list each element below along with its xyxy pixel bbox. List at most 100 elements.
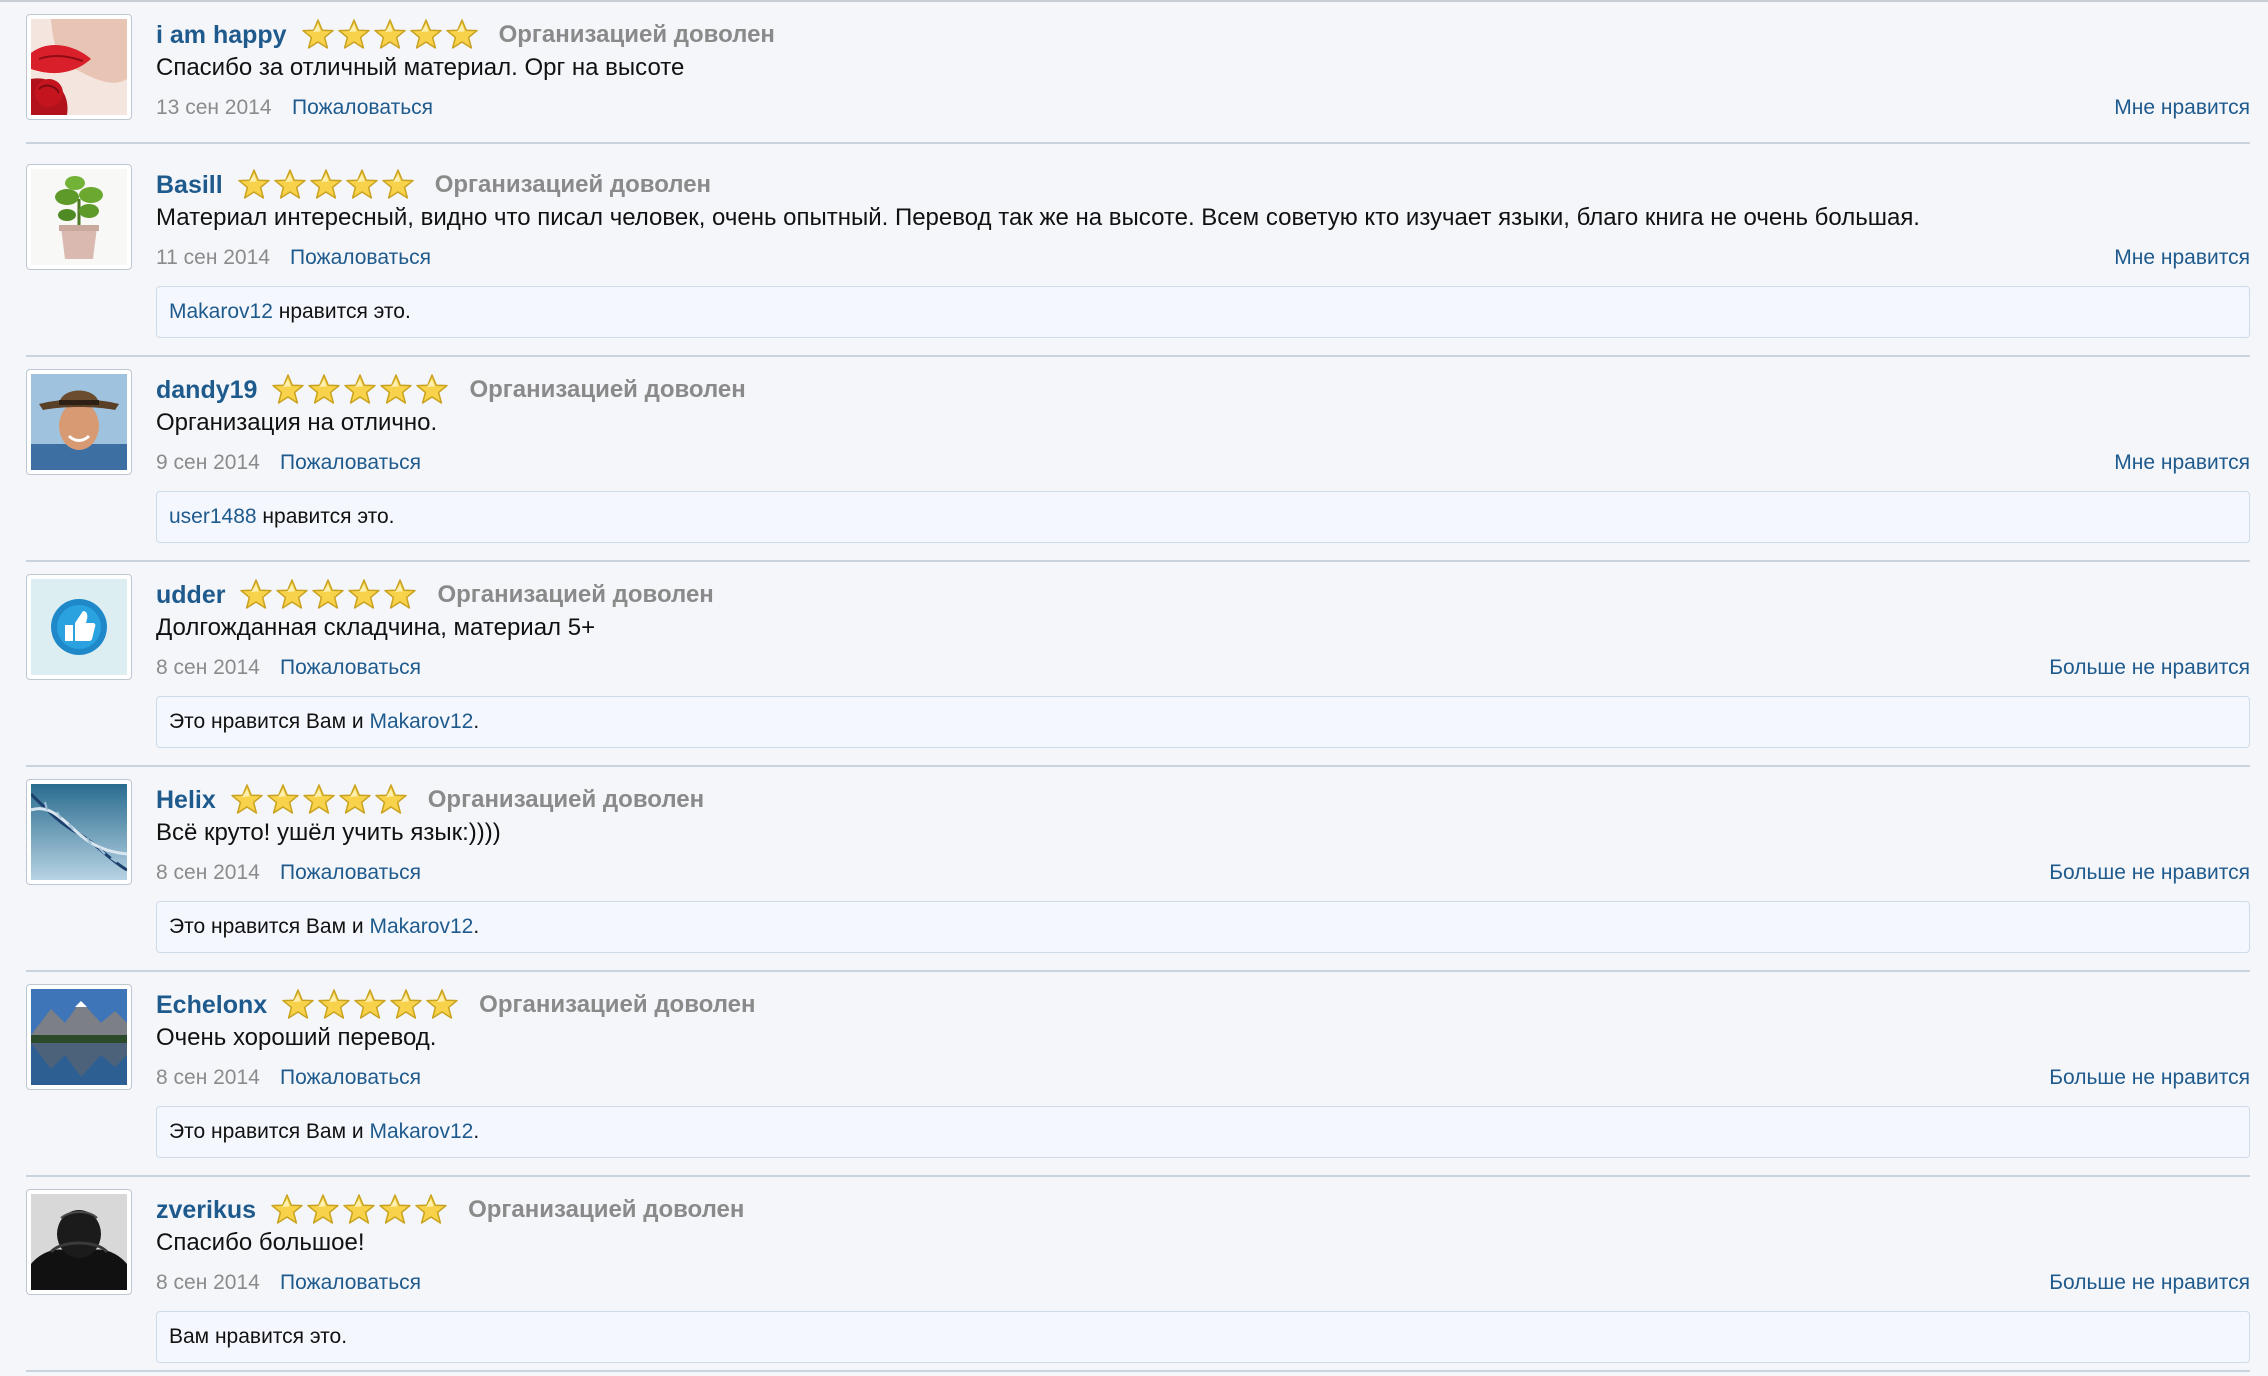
star-rating [270, 1193, 450, 1227]
username-link[interactable]: i am happy [156, 21, 287, 50]
liker-link[interactable]: Makarov12 [369, 915, 473, 938]
review-message: Очень хороший перевод. [156, 1024, 437, 1051]
star-icon [373, 19, 406, 49]
star-icon [415, 1194, 447, 1224]
like-toggle-link[interactable]: Мне нравится [2114, 246, 2250, 270]
user-avatar[interactable] [26, 14, 132, 120]
star-icon [267, 784, 299, 814]
like-toggle-link[interactable]: Больше не нравится [2049, 656, 2250, 680]
star-icon [231, 784, 263, 814]
username-link[interactable]: udder [156, 581, 225, 610]
review-date: 9 сен 2014 [156, 451, 260, 474]
reviews-page: i am happy Организацией доволен Спасибо за… [0, 0, 2268, 1376]
rating-label: Организацией доволен [434, 171, 712, 198]
likes-summary: user1488 нравится это. [156, 491, 2250, 543]
review-divider [26, 142, 2250, 144]
user-avatar[interactable] [26, 1189, 132, 1295]
username-link[interactable]: Basill [156, 171, 223, 200]
liker-link[interactable]: Makarov12 [369, 1120, 473, 1143]
review-item: udder Организацией доволен Долгожданная ск… [26, 562, 2250, 767]
star-rating [271, 373, 451, 407]
review-header: i am happy Организацией доволен [156, 14, 775, 56]
like-toggle-link[interactable]: Больше не нравится [2049, 861, 2250, 885]
report-link[interactable]: Пожаловаться [280, 1066, 421, 1090]
report-link[interactable]: Пожаловаться [280, 656, 421, 680]
star-icon [276, 579, 309, 609]
star-icon [380, 374, 413, 404]
star-rating [230, 783, 410, 817]
like-toggle-link[interactable]: Мне нравится [2114, 451, 2250, 475]
rating-label: Организацией доволен [427, 786, 705, 813]
likes-suffix: . [473, 710, 480, 733]
liker-link[interactable]: Makarov12 [169, 300, 273, 323]
thumbs-up-badge-avatar-icon [31, 579, 127, 675]
star-icon [309, 169, 342, 199]
review-header: Echelonx Организацией доволен [156, 984, 755, 1026]
review-message: Спасибо большое! [156, 1229, 365, 1256]
report-link[interactable]: Пожаловаться [280, 1271, 421, 1295]
report-link[interactable]: Пожаловаться [280, 451, 421, 475]
star-rating [239, 578, 419, 612]
review-date: 8 сен 2014 [156, 656, 260, 679]
likes-suffix: нравится это. [256, 505, 395, 528]
star-icon [379, 1194, 411, 1224]
likes-summary: Makarov12 нравится это. [156, 286, 2250, 338]
star-icon [301, 19, 334, 49]
star-rating [281, 988, 461, 1022]
star-icon [345, 169, 378, 199]
username-link[interactable]: dandy19 [156, 376, 257, 405]
star-icon [343, 1194, 375, 1224]
rating-label: Организацией доволен [479, 991, 756, 1018]
like-toggle-link[interactable]: Мне нравится [2114, 96, 2250, 120]
review-item: Helix Организацией доволен Всё круто! ушёл… [26, 767, 2250, 972]
star-icon [237, 169, 270, 199]
review-date: 8 сен 2014 [156, 1271, 260, 1294]
user-avatar[interactable] [26, 779, 132, 885]
username-link[interactable]: zverikus [156, 1196, 256, 1225]
star-icon [240, 579, 273, 609]
report-link[interactable]: Пожаловаться [290, 246, 431, 270]
review-divider [26, 1370, 2250, 1372]
likes-summary: Это нравится Вам и Makarov12. [156, 696, 2250, 748]
liker-link[interactable]: user1488 [169, 505, 257, 528]
rating-label: Организацией доволен [469, 376, 746, 403]
star-rating [301, 18, 481, 52]
review-item: zverikus Организацией доволен Спасибо боль… [26, 1177, 2250, 1372]
rating-label: Организацией доволен [437, 581, 714, 608]
star-icon [282, 989, 314, 1019]
like-toggle-link[interactable]: Больше не нравится [2049, 1066, 2250, 1090]
star-icon [271, 1194, 303, 1224]
user-avatar[interactable] [26, 369, 132, 475]
report-link[interactable]: Пожаловаться [292, 96, 433, 120]
review-date: 11 сен 2014 [156, 246, 270, 269]
likes-prefix: Вам нравится это. [169, 1325, 348, 1348]
username-link[interactable]: Echelonx [156, 991, 267, 1020]
user-avatar[interactable] [26, 984, 132, 1090]
report-link[interactable]: Пожаловаться [280, 861, 421, 885]
review-item: Echelonx Организацией доволен Очень хороши… [26, 972, 2250, 1177]
review-message: Всё круто! ушёл учить язык:)))) [156, 819, 501, 846]
review-message: Спасибо за отличный материал. Орг на выс… [156, 54, 685, 81]
man-in-hat-avatar-icon [31, 374, 127, 470]
star-icon [308, 374, 341, 404]
person-head-down-avatar-icon [31, 1194, 127, 1290]
star-icon [409, 19, 442, 49]
lips-rose-avatar-icon [31, 19, 127, 115]
star-icon [426, 989, 458, 1019]
user-avatar[interactable] [26, 574, 132, 680]
review-date: 8 сен 2014 [156, 1066, 260, 1089]
review-item: i am happy Организацией доволен Спасибо за… [26, 2, 2250, 144]
star-icon [303, 784, 335, 814]
star-icon [416, 374, 449, 404]
like-toggle-link[interactable]: Больше не нравится [2049, 1271, 2250, 1295]
star-icon [381, 169, 414, 199]
user-avatar[interactable] [26, 164, 132, 270]
review-date: 8 сен 2014 [156, 861, 260, 884]
star-icon [312, 579, 345, 609]
username-link[interactable]: Helix [156, 786, 216, 815]
liker-link[interactable]: Makarov12 [369, 710, 473, 733]
star-icon [318, 989, 350, 1019]
review-item: dandy19 Организацией доволен Организация н… [26, 357, 2250, 562]
likes-prefix: Это нравится Вам и [169, 915, 370, 938]
likes-suffix: нравится это. [272, 300, 411, 323]
